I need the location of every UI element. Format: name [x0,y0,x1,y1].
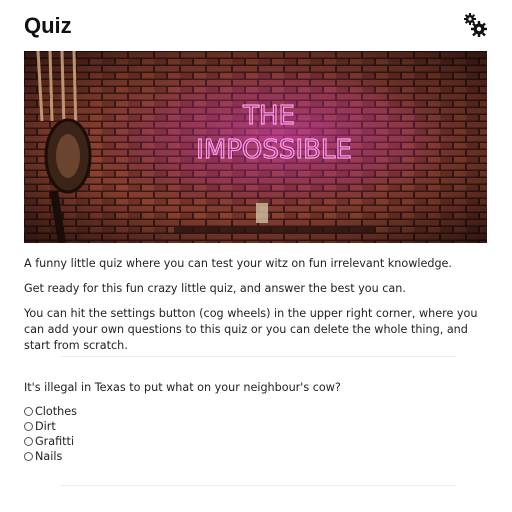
answer-option[interactable]: Clothes [24,404,77,419]
intro-paragraph-2: Get ready for this fun crazy little quiz… [24,282,406,295]
answer-option[interactable]: Dirt [24,419,77,434]
neon-title-line2: IMPOSSIBLE [196,135,352,165]
radio-button[interactable] [24,407,33,416]
answer-label: Nails [35,450,63,463]
intro-paragraph-3: You can hit the settings button (cog whe… [24,307,478,352]
intro-paragraph-1: A funny little quiz where you can test y… [24,257,452,270]
divider [60,356,456,357]
radio-button[interactable] [24,437,33,446]
answer-option[interactable]: Nails [24,449,77,464]
neon-title-line1: THE [242,101,295,131]
answer-label: Clothes [35,405,77,418]
page-title: Quiz [24,13,72,38]
divider [60,485,456,486]
hero-image: THE IMPOSSIBLE [24,51,487,243]
radio-button[interactable] [24,422,33,431]
radio-button[interactable] [24,452,33,461]
answer-options: Clothes Dirt Grafitti Nails [24,404,77,464]
header: Quiz [24,12,488,40]
question-text: It's illegal in Texas to put what on you… [24,381,341,394]
answer-label: Dirt [35,420,56,433]
cog-wheels-icon [464,13,487,37]
settings-button[interactable] [462,12,488,38]
answer-option[interactable]: Grafitti [24,434,77,449]
answer-label: Grafitti [35,435,75,448]
